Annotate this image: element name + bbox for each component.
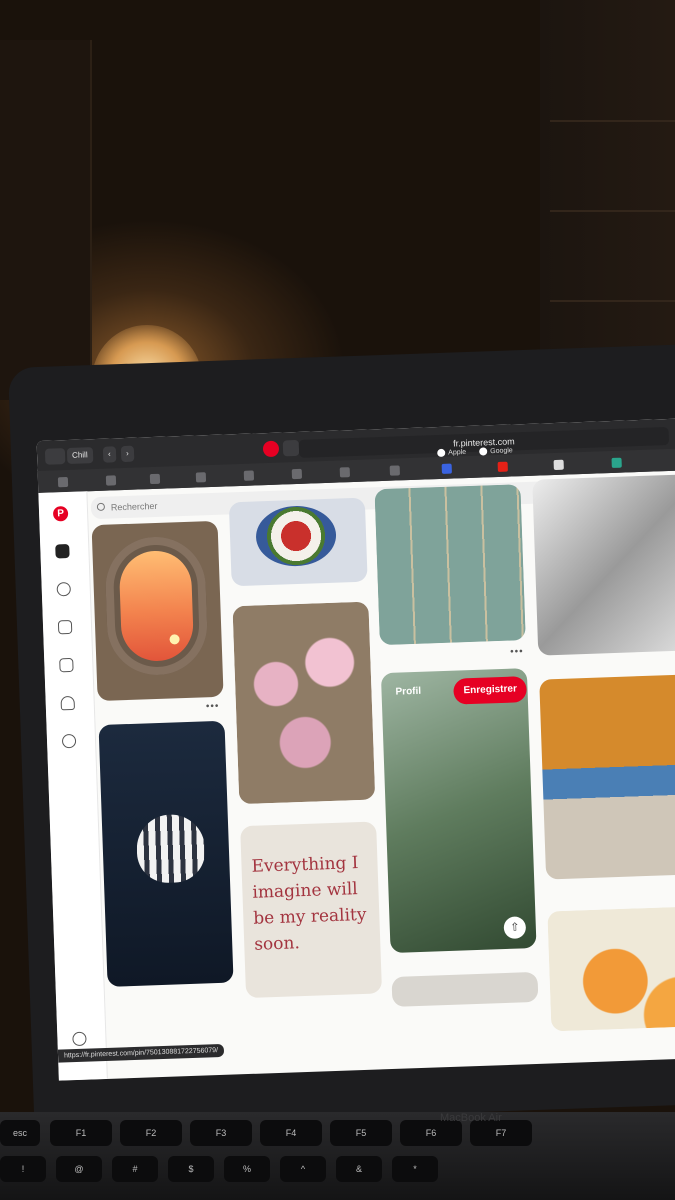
key[interactable]: #	[112, 1156, 158, 1182]
key[interactable]: &	[336, 1156, 382, 1182]
pin-peonies[interactable]	[232, 601, 376, 805]
create-icon[interactable]	[59, 657, 74, 673]
key[interactable]: F2	[120, 1120, 182, 1146]
bookshelf	[540, 0, 675, 380]
more-options-icon[interactable]: •••	[510, 646, 524, 657]
youtube-icon[interactable]	[497, 461, 508, 472]
favorite-icon[interactable]	[57, 476, 69, 488]
key[interactable]: esc	[0, 1120, 40, 1146]
key[interactable]: ^	[280, 1156, 326, 1182]
key[interactable]: %	[224, 1156, 270, 1182]
pinterest-logo-icon[interactable]: P	[52, 505, 69, 522]
favorite-icon[interactable]	[105, 475, 117, 486]
messages-icon[interactable]	[61, 733, 77, 749]
key[interactable]: @	[56, 1156, 102, 1182]
sidebar-toggle-icon[interactable]	[44, 448, 66, 465]
caprese-plate-image	[255, 504, 338, 568]
pin-hot-air-balloon[interactable]	[98, 720, 234, 987]
profile-dropdown[interactable]: Profil	[395, 686, 421, 698]
airplane-window-image	[104, 535, 209, 677]
balloon-image	[135, 813, 207, 884]
favorite-icon[interactable]	[553, 459, 564, 471]
tab-overview-icon[interactable]	[282, 439, 300, 457]
laptop-brand-label: MacBook Air	[440, 1112, 502, 1124]
search-placeholder: Rechercher	[110, 500, 158, 513]
pinterest-tab-icon[interactable]	[262, 440, 280, 458]
pin-affirmation-note[interactable]: Everything I imagine will be my reality …	[240, 821, 383, 999]
save-button[interactable]: Enregistrer	[453, 676, 528, 705]
pin-glass-blocks[interactable]	[374, 484, 526, 646]
pin-champagne-toast[interactable]	[532, 474, 675, 656]
home-icon[interactable]	[55, 543, 70, 559]
share-icon[interactable]: ⇧	[503, 916, 527, 940]
laptop: Chill ‹ › fr.pinterest.com Apple Google	[8, 343, 675, 1128]
pin-palm-leaves[interactable]: Profil Enregistrer ⇧	[380, 668, 537, 954]
pin-orange-slices[interactable]	[547, 905, 675, 1032]
notifications-icon[interactable]	[60, 695, 75, 711]
profile-switcher[interactable]: Chill	[66, 447, 93, 464]
favorite-icon[interactable]	[389, 465, 400, 476]
pin-caprese[interactable]	[228, 497, 368, 587]
key[interactable]: $	[168, 1156, 214, 1182]
explore-icon[interactable]	[56, 581, 71, 597]
favorite-icon[interactable]	[195, 472, 207, 483]
affirmation-text: Everything I imagine will be my reality …	[251, 853, 367, 955]
laptop-screen: Chill ‹ › fr.pinterest.com Apple Google	[36, 418, 675, 1081]
key[interactable]: F5	[330, 1120, 392, 1146]
key[interactable]: !	[0, 1156, 46, 1182]
favorite-icon[interactable]	[149, 473, 161, 485]
favorite-icon[interactable]	[339, 467, 351, 478]
favorite-icon[interactable]	[611, 457, 622, 468]
key[interactable]: F1	[50, 1120, 112, 1146]
key[interactable]: F3	[190, 1120, 252, 1146]
pin-partial[interactable]	[391, 971, 539, 1007]
forward-icon[interactable]: ›	[120, 445, 135, 463]
room-door	[0, 40, 92, 400]
favorite-icon[interactable]	[291, 468, 303, 480]
key[interactable]: F4	[260, 1120, 322, 1146]
settings-icon[interactable]	[72, 1031, 87, 1047]
more-options-icon[interactable]: •••	[206, 701, 220, 712]
keyboard: esc F1 F2 F3 F4 F5 F6 F7 ! @ # $ % ^ & *	[0, 1112, 675, 1200]
search-icon	[96, 502, 106, 511]
boards-icon[interactable]	[57, 619, 73, 635]
pin-sailboat[interactable]	[539, 673, 675, 880]
key[interactable]: *	[392, 1156, 438, 1182]
back-icon[interactable]: ‹	[102, 446, 117, 463]
pin-airplane-window[interactable]	[91, 520, 224, 702]
favorite-icon[interactable]	[243, 470, 255, 481]
favorite-icon[interactable]	[441, 463, 452, 474]
